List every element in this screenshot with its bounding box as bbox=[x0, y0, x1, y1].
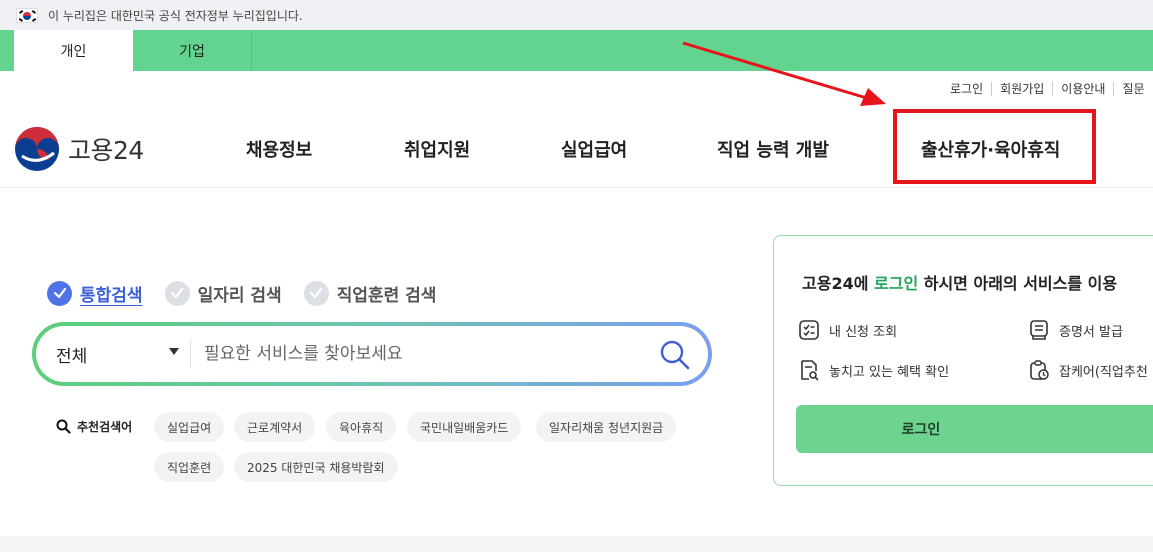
nav-employment-support[interactable]: 취업지원 bbox=[404, 136, 470, 162]
keyword-chip[interactable]: 직업훈련 bbox=[154, 452, 225, 482]
page-root: 이 누리집은 대한민국 공식 전자정부 누리집입니다. 개인 기업 로그인 회원… bbox=[0, 0, 1153, 552]
nav-vocational-training[interactable]: 직업 능력 개발 bbox=[717, 136, 829, 162]
keyword-chip[interactable]: 일자리채움 청년지원금 bbox=[536, 412, 677, 442]
search-divider bbox=[190, 340, 191, 368]
caret-down-icon[interactable] bbox=[169, 348, 179, 355]
certificate-icon bbox=[1030, 320, 1048, 340]
login-button[interactable]: 로그인 bbox=[796, 405, 1153, 453]
service-certificates[interactable]: 증명서 발급 bbox=[1028, 319, 1123, 341]
search-input[interactable] bbox=[204, 338, 644, 370]
search-option-integrated[interactable]: 통합검색 bbox=[47, 280, 143, 306]
login-message: 고용24에 로그인 하시면 아래의 서비스를 이용 bbox=[802, 274, 1118, 293]
check-icon bbox=[47, 280, 72, 306]
checklist-icon bbox=[799, 320, 819, 340]
search-category-select[interactable]: 전체 bbox=[56, 342, 87, 367]
search-icon bbox=[56, 419, 71, 434]
keyword-chip[interactable]: 근로계약서 bbox=[234, 412, 316, 442]
recommended-keywords-label: 추천검색어 bbox=[56, 418, 132, 435]
service-missed-benefits[interactable]: 놓치고 있는 혜택 확인 bbox=[798, 359, 949, 381]
signup-link[interactable]: 회원가입 bbox=[991, 82, 1052, 96]
header-divider bbox=[0, 187, 1153, 188]
nav-job-info[interactable]: 채용정보 bbox=[246, 136, 312, 162]
login-link[interactable]: 로그인 bbox=[950, 82, 991, 96]
faq-link[interactable]: 질문 bbox=[1113, 82, 1152, 96]
service-my-applications[interactable]: 내 신청 조회 bbox=[798, 319, 897, 341]
annotation-highlight-box bbox=[893, 109, 1096, 184]
korea-flag-icon bbox=[16, 7, 38, 23]
clipboard-clock-icon bbox=[1030, 360, 1049, 380]
keyword-chip[interactable]: 실업급여 bbox=[154, 412, 225, 442]
tab-business[interactable]: 기업 bbox=[133, 30, 252, 71]
search-option-training[interactable]: 직업훈련 검색 bbox=[303, 280, 436, 306]
document-search-icon bbox=[801, 360, 819, 381]
search-icon[interactable] bbox=[658, 338, 692, 372]
keyword-chip[interactable]: 국민내일배움카드 bbox=[407, 412, 522, 442]
check-icon bbox=[303, 280, 329, 306]
bottom-section-strip bbox=[0, 536, 1153, 552]
guide-link[interactable]: 이용안내 bbox=[1052, 82, 1113, 96]
utility-links: 로그인 회원가입 이용안내 질문 bbox=[950, 82, 1153, 96]
nav-unemployment-benefit[interactable]: 실업급여 bbox=[561, 136, 627, 162]
tab-personal[interactable]: 개인 bbox=[14, 30, 133, 71]
keyword-chip[interactable]: 2025 대한민국 채용박람회 bbox=[234, 452, 398, 482]
search-type-options: 통합검색 일자리 검색 직업훈련 검색 bbox=[47, 279, 458, 307]
check-icon bbox=[164, 280, 190, 306]
service-jobcare[interactable]: 잡케어(직업추천 bbox=[1028, 359, 1148, 381]
search-box: 전체 bbox=[32, 322, 712, 386]
gov-banner: 이 누리집은 대한민국 공식 전자정부 누리집입니다. bbox=[0, 0, 1153, 30]
login-panel: 고용24에 로그인 하시면 아래의 서비스를 이용 내 신청 조회 증명서 발급 bbox=[773, 235, 1153, 486]
gov-banner-text: 이 누리집은 대한민국 공식 전자정부 누리집입니다. bbox=[48, 8, 303, 23]
keyword-chip[interactable]: 육아휴직 bbox=[326, 412, 397, 442]
audience-tab-bar: 개인 기업 bbox=[0, 30, 1153, 71]
search-option-jobs[interactable]: 일자리 검색 bbox=[164, 280, 282, 306]
login-highlight: 로그인 bbox=[874, 274, 919, 293]
